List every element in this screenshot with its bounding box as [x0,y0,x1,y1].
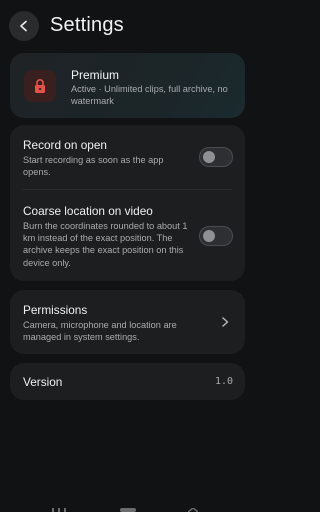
system-navigation-bar [0,500,256,512]
toggle-knob [203,229,215,242]
nav-recents-icon[interactable] [52,508,66,512]
record-on-open-title: Record on open [23,138,107,152]
toggle-knob [203,150,215,163]
recording-settings-card: Record on open Start recording as soon a… [10,125,245,281]
coarse-location-description: Burn the coordinates rounded to about 1 … [23,221,188,268]
nav-home-icon[interactable] [120,508,136,512]
page-title: Settings [50,14,124,36]
nav-back-icon[interactable] [188,508,198,512]
permissions-title: Permissions [23,303,88,317]
permissions-row[interactable]: Permissions Camera, microphone and locat… [10,290,245,354]
lock-icon [35,79,45,93]
permissions-description: Camera, microphone and location are mana… [23,320,177,343]
chevron-right-icon [222,317,229,327]
version-row: Version 1.0 [10,363,245,400]
premium-card[interactable]: Premium Active · Unlimited clips, full a… [10,53,245,118]
version-label: Version [23,375,63,389]
record-on-open-description: Start recording as soon as the app opens… [23,155,164,178]
back-button[interactable] [9,11,39,41]
premium-description: Active · Unlimited clips, full archive, … [71,84,228,107]
coarse-location-title: Coarse location on video [23,204,153,218]
app-header: Settings [0,0,256,54]
back-arrow-icon [20,20,27,32]
divider [23,189,232,190]
version-value: 1.0 [214,376,233,387]
lock-badge [24,70,56,102]
premium-title: Premium [71,68,120,82]
record-on-open-toggle[interactable] [199,147,233,167]
coarse-location-toggle[interactable] [199,226,233,246]
